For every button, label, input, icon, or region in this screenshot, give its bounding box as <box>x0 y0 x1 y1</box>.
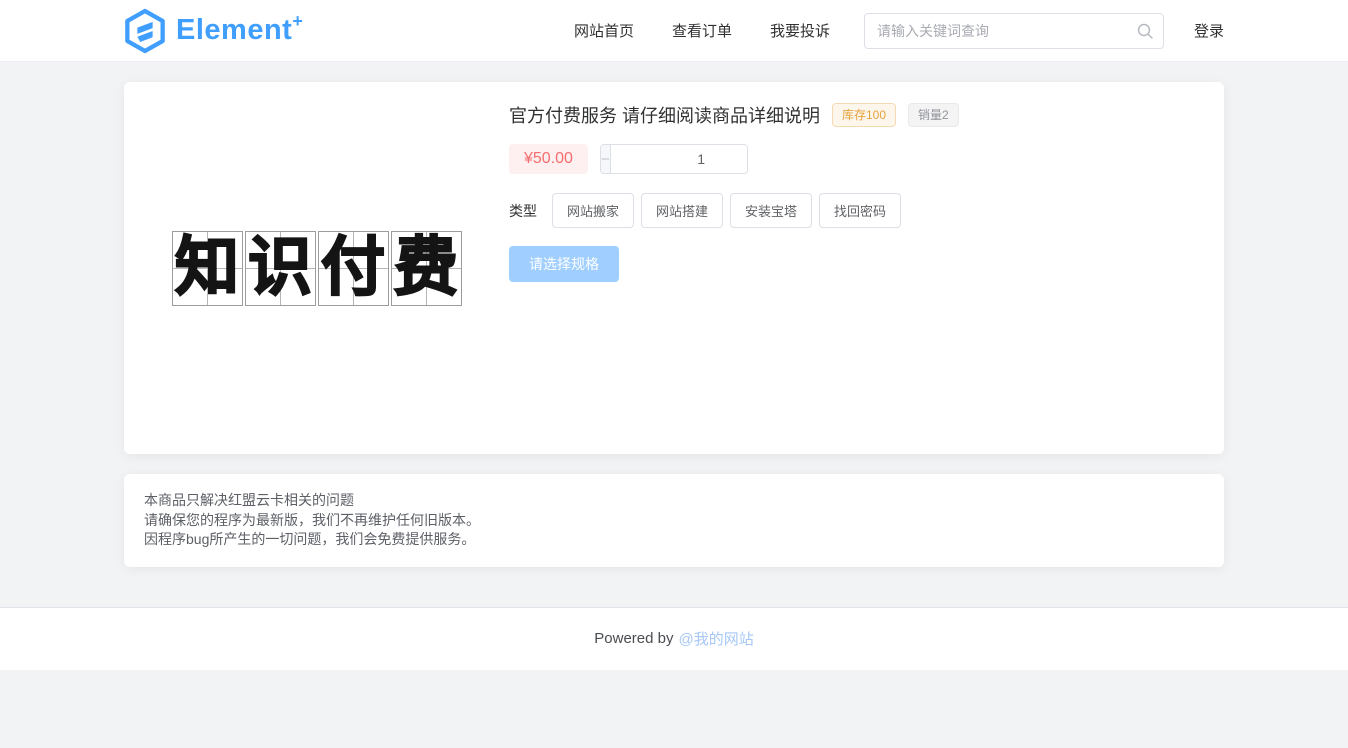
login-link[interactable]: 登录 <box>1194 20 1224 41</box>
sales-badge: 销量2 <box>908 103 959 127</box>
description-line: 本商品只解决红盟云卡相关的问题 <box>144 491 1204 511</box>
image-char-tile: 知 <box>172 231 243 306</box>
search-box <box>864 13 1164 49</box>
type-row: 类型 网站搬家 网站搭建 安装宝塔 找回密码 <box>509 193 1194 228</box>
product-image: 知 识 付 费 <box>172 231 462 306</box>
logo-plus-sign: + <box>292 12 303 30</box>
type-label: 类型 <box>509 201 537 221</box>
type-option-install-panel[interactable]: 安装宝塔 <box>730 193 812 228</box>
element-plus-hexagon-icon <box>124 8 166 54</box>
nav-item-complaint[interactable]: 我要投诉 <box>770 20 830 41</box>
type-option-website-build[interactable]: 网站搭建 <box>641 193 723 228</box>
select-spec-button[interactable]: 请选择规格 <box>509 246 619 282</box>
main-nav: 网站首页 查看订单 我要投诉 <box>574 20 830 41</box>
logo-text: Element <box>176 16 292 45</box>
description-card: 本商品只解决红盟云卡相关的问题 请确保您的程序为最新版，我们不再维护任何旧版本。… <box>124 474 1224 567</box>
product-info-column: 官方付费服务 请仔细阅读商品详细说明 库存100 销量2 ¥50.00 − + … <box>509 82 1224 454</box>
image-char-tile: 识 <box>245 231 316 306</box>
product-image-column: 知 识 付 费 <box>124 82 509 454</box>
quantity-stepper: − + <box>600 144 748 174</box>
nav-item-home[interactable]: 网站首页 <box>574 20 634 41</box>
site-link[interactable]: @我的网站 <box>678 628 753 649</box>
quantity-minus-button[interactable]: − <box>601 145 611 173</box>
price-row: ¥50.00 − + <box>509 144 1194 174</box>
image-char: 识 <box>248 236 312 300</box>
image-char-tile: 付 <box>318 231 389 306</box>
logo[interactable]: Element + <box>124 8 303 54</box>
type-option-website-move[interactable]: 网站搬家 <box>552 193 634 228</box>
product-card: 知 识 付 费 官方付费服务 请仔细阅读商品详细说明 库存100 销量2 ¥50… <box>124 82 1224 454</box>
quantity-input[interactable] <box>611 145 748 173</box>
title-row: 官方付费服务 请仔细阅读商品详细说明 库存100 销量2 <box>509 102 1194 128</box>
site-footer: Powered by @我的网站 <box>0 607 1348 670</box>
search-input[interactable] <box>864 13 1164 49</box>
logo-wordmark: Element + <box>176 16 303 45</box>
image-char-tile: 费 <box>391 231 462 306</box>
stock-badge: 库存100 <box>832 103 896 127</box>
main-content: 知 识 付 费 官方付费服务 请仔细阅读商品详细说明 库存100 销量2 ¥50… <box>0 62 1348 567</box>
type-option-recover-password[interactable]: 找回密码 <box>819 193 901 228</box>
nav-item-orders[interactable]: 查看订单 <box>672 20 732 41</box>
image-char: 付 <box>321 236 385 300</box>
powered-by-text: Powered by <box>594 630 673 647</box>
image-char: 费 <box>394 236 458 300</box>
price-tag: ¥50.00 <box>509 144 588 174</box>
description-line: 请确保您的程序为最新版，我们不再维护任何旧版本。 <box>144 511 1204 531</box>
product-title: 官方付费服务 请仔细阅读商品详细说明 <box>509 102 820 128</box>
header-inner: Element + 网站首页 查看订单 我要投诉 登录 <box>124 0 1224 61</box>
search-icon[interactable] <box>1136 22 1154 40</box>
image-char: 知 <box>175 236 239 300</box>
site-header: Element + 网站首页 查看订单 我要投诉 登录 <box>0 0 1348 62</box>
description-line: 因程序bug所产生的一切问题，我们会免费提供服务。 <box>144 530 1204 550</box>
